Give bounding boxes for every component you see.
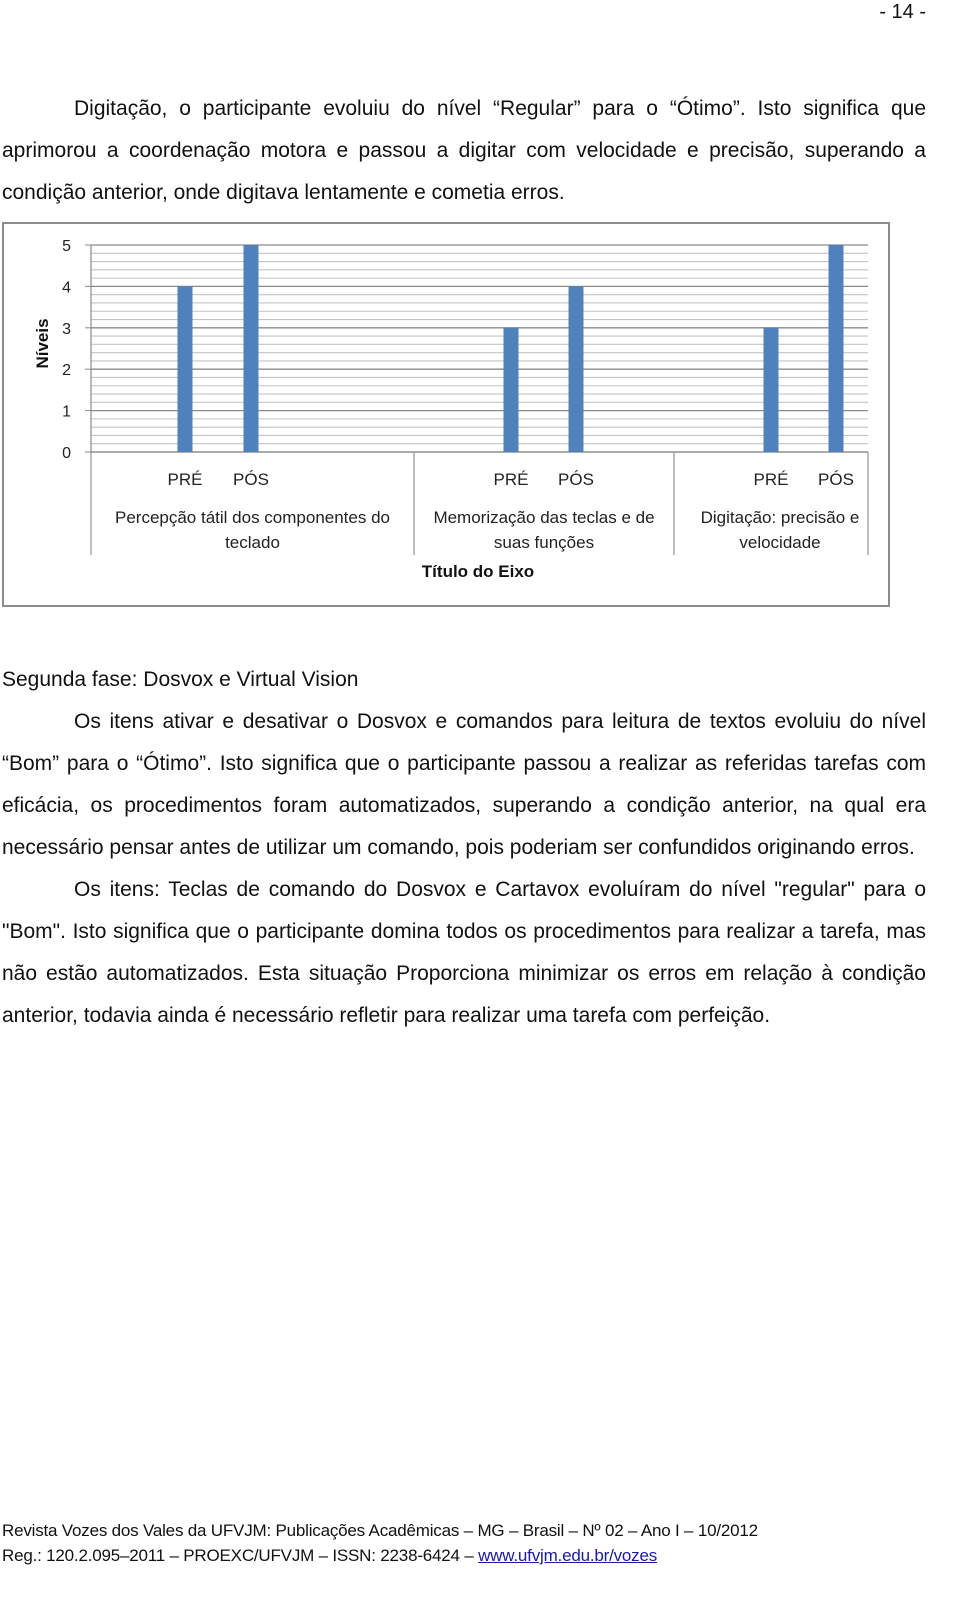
x-group-label: teclado bbox=[225, 533, 280, 552]
x-category-label: PÓS bbox=[233, 470, 269, 489]
x-category-label: PRÉ bbox=[754, 470, 789, 489]
footer-registration-line: Reg.: 120.2.095–2011 – PROEXC/UFVJM – IS… bbox=[2, 1543, 758, 1568]
x-category-label: PRÉ bbox=[494, 470, 529, 489]
bar-pré-group-2 bbox=[503, 327, 519, 452]
y-axis-title: Níveis bbox=[33, 318, 52, 368]
journal-website-link[interactable]: www.ufvjm.edu.br/vozes bbox=[478, 1546, 657, 1565]
paragraph-2: Os itens ativar e desativar o Dosvox e c… bbox=[2, 710, 926, 859]
y-tick-label: 5 bbox=[62, 238, 71, 255]
bar-pós-group-1 bbox=[243, 245, 259, 452]
paragraph-3: Os itens: Teclas de comando do Dosvox e … bbox=[2, 878, 926, 1027]
x-category-label: PÓS bbox=[818, 470, 854, 489]
section-heading: Segunda fase: Dosvox e Virtual Vision bbox=[2, 668, 359, 691]
page-footer: Revista Vozes dos Vales da UFVJM: Public… bbox=[2, 1518, 758, 1568]
x-group-label: Memorização das teclas e de bbox=[433, 508, 654, 527]
footer-journal-line: Revista Vozes dos Vales da UFVJM: Public… bbox=[2, 1521, 758, 1540]
paragraph-intro-text: Digitação, o participante evoluiu do nív… bbox=[2, 97, 926, 204]
page-number: - 14 - bbox=[879, 1, 926, 23]
section-body: Segunda fase: Dosvox e Virtual Vision Os… bbox=[2, 659, 926, 1037]
y-tick-label: 0 bbox=[62, 445, 71, 462]
chart-svg: 0 1 2 3 4 5 Níveis PRÉ PÓS Percepção tátil dos co… bbox=[33, 238, 869, 581]
x-category-label: PÓS bbox=[558, 470, 594, 489]
x-axis-title: Título do Eixo bbox=[422, 562, 534, 581]
x-group-label: velocidade bbox=[739, 533, 820, 552]
x-group-label: Digitação: precisão e bbox=[701, 508, 860, 527]
bar-chart: 0 1 2 3 4 5 Níveis PRÉ PÓS Percepção tátil dos co… bbox=[2, 222, 890, 607]
paragraph-intro: Digitação, o participante evoluiu do nív… bbox=[2, 88, 926, 214]
bar-pós-group-2 bbox=[568, 286, 584, 452]
y-tick-label: 4 bbox=[62, 279, 71, 296]
bar-pré-group-3 bbox=[763, 327, 779, 452]
y-tick-label: 2 bbox=[62, 362, 71, 379]
x-group-label: Percepção tátil dos componentes do bbox=[115, 508, 390, 527]
x-category-label: PRÉ bbox=[168, 470, 203, 489]
y-tick-label: 1 bbox=[62, 404, 71, 421]
bar-pré-group-1 bbox=[177, 286, 193, 452]
bar-pós-group-3 bbox=[828, 245, 844, 452]
x-group-label: suas funções bbox=[494, 533, 594, 552]
footer-registration-text: Reg.: 120.2.095–2011 – PROEXC/UFVJM – IS… bbox=[2, 1546, 479, 1565]
y-tick-label: 3 bbox=[62, 321, 71, 338]
